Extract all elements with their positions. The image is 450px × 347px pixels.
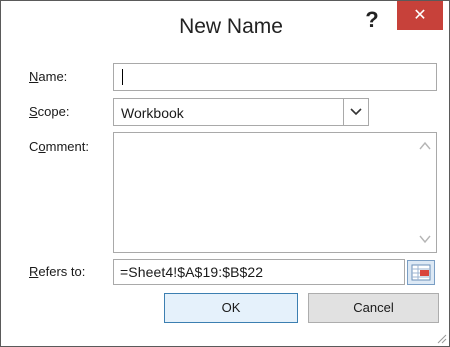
close-icon: ✕ (413, 7, 427, 24)
chevron-down-icon[interactable] (419, 234, 431, 244)
title-bar: New Name ? ✕ (1, 1, 449, 54)
comment-textarea[interactable] (113, 132, 437, 253)
text-caret (122, 69, 123, 85)
chevron-down-icon[interactable] (343, 99, 368, 125)
comment-label-accel: o (38, 139, 46, 154)
collapse-dialog-button[interactable] (407, 260, 435, 285)
name-label-accel: N (29, 69, 39, 84)
name-label: Name: (29, 69, 67, 84)
refers-label-rest: efers to: (38, 264, 86, 279)
refers-label-accel: R (29, 264, 39, 279)
ok-button[interactable]: OK (164, 293, 298, 323)
comment-scrollbar[interactable] (414, 133, 436, 252)
chevron-up-icon[interactable] (419, 141, 431, 151)
scope-value: Workbook (121, 105, 184, 121)
cancel-button[interactable]: Cancel (308, 293, 439, 323)
help-button[interactable]: ? (358, 5, 386, 35)
new-name-dialog: New Name ? ✕ Name: Scope: Workbook Comme… (0, 0, 450, 347)
close-button[interactable]: ✕ (397, 1, 443, 30)
scope-label-accel: S (29, 104, 38, 119)
resize-grip-icon[interactable] (437, 334, 447, 344)
refers-to-value: =Sheet4!$A$19:$B$22 (120, 264, 264, 280)
scope-label-rest: cope: (37, 104, 70, 119)
scope-select[interactable]: Workbook (113, 98, 369, 126)
comment-label: Comment: (29, 139, 89, 154)
refers-to-input[interactable]: =Sheet4!$A$19:$B$22 (113, 259, 405, 285)
collapse-dialog-icon (411, 264, 431, 281)
name-label-rest: ame: (38, 69, 68, 84)
refers-to-label: Refers to: (29, 264, 85, 279)
scope-label: Scope: (29, 104, 69, 119)
comment-label-rest: mment: (45, 139, 89, 154)
name-input[interactable] (113, 63, 437, 91)
comment-label-lead: C (29, 139, 39, 154)
